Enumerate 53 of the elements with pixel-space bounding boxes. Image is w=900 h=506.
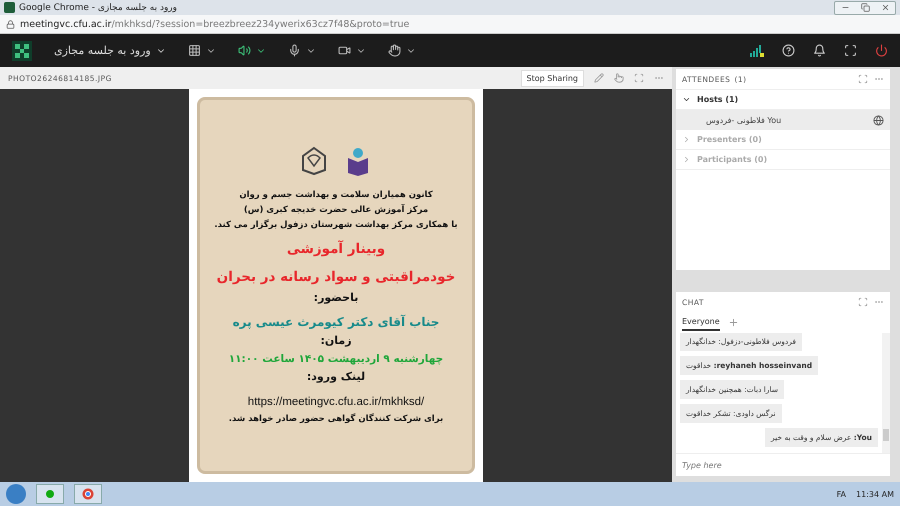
add-icon[interactable] — [728, 317, 739, 328]
poster-text: جناب آقای دکتر کیومرث عیسی پره — [232, 314, 440, 330]
speaker-icon — [238, 44, 251, 57]
speaker-button[interactable] — [238, 44, 266, 57]
poster-text: خودمراقبتی و سواد رسانه در بحران — [216, 269, 456, 287]
hand-icon — [388, 44, 401, 57]
logo-icon — [301, 146, 327, 176]
raise-hand-button[interactable] — [388, 44, 416, 57]
globe-icon — [873, 114, 884, 126]
signal-icon[interactable] — [750, 44, 764, 56]
poster-text: برای شرکت کنندگان گواهی حضور صادر خواهد شد. — [228, 414, 444, 425]
app-logo — [12, 40, 32, 60]
chevron-right-icon — [682, 155, 691, 164]
poster-text: https://meetingvc.cfu.ac.ir/mkhksd/ — [248, 394, 424, 410]
lock-icon — [6, 20, 15, 28]
bell-icon[interactable] — [813, 44, 826, 57]
meeting-menu[interactable]: ورود به جلسه مجازی — [54, 44, 166, 57]
help-icon[interactable] — [782, 44, 795, 57]
camera-button[interactable] — [338, 44, 366, 57]
app-icon — [4, 2, 15, 13]
scrollbar[interactable] — [882, 333, 890, 453]
chevron-down-icon — [682, 95, 691, 104]
microphone-button[interactable] — [288, 44, 316, 57]
browser-taskbar-icon[interactable] — [74, 484, 102, 504]
attendee-name: فلاطونی -فردوس You — [706, 116, 782, 124]
poster-text: چهارشنبه ۹ اردیبهشت ۱۴۰۵ ساعت ۱۱:۰۰ — [228, 352, 444, 366]
clock[interactable]: 11:34 AM — [856, 490, 894, 498]
poster-text: لینک ورود: — [306, 370, 366, 385]
apps-menu-button[interactable] — [188, 44, 216, 57]
poster-text: کانون همیاران سلامت و بهداشت جسم و روان — [239, 190, 433, 202]
attendee-row[interactable]: فلاطونی -فردوس You — [676, 110, 890, 130]
restore-icon — [860, 3, 870, 12]
start-button[interactable] — [6, 484, 26, 504]
poster-text: وبینار آموزشی — [286, 241, 386, 260]
fullscreen-icon[interactable] — [844, 44, 857, 57]
pencil-icon[interactable] — [594, 73, 604, 83]
power-icon[interactable] — [875, 44, 888, 57]
microphone-icon — [288, 44, 301, 57]
book-logo-icon — [345, 146, 371, 176]
taskbar-app-icon[interactable] — [36, 484, 64, 504]
stop-sharing-button[interactable]: Stop Sharing — [520, 70, 584, 86]
chevron-right-icon — [682, 135, 691, 144]
language-indicator[interactable]: FA — [836, 490, 846, 498]
pointer-icon[interactable] — [614, 73, 624, 83]
poster-text: زمان: — [320, 334, 352, 349]
camera-icon — [338, 44, 351, 57]
window-title: Google Chrome - ورود به جلسه مجازی — [19, 2, 177, 12]
poster-text: باحضور: — [314, 290, 358, 305]
grid-icon — [188, 44, 201, 57]
chat-tab[interactable]: Everyone — [682, 314, 720, 331]
poster-text: با همکاری مرکز بهداشت شهرستان دزفول برگزار می کند. — [214, 220, 458, 232]
poster-text: مرکز آموزش عالی حضرت خدیجه کبری (س) — [244, 205, 428, 216]
close-icon — [880, 3, 890, 12]
